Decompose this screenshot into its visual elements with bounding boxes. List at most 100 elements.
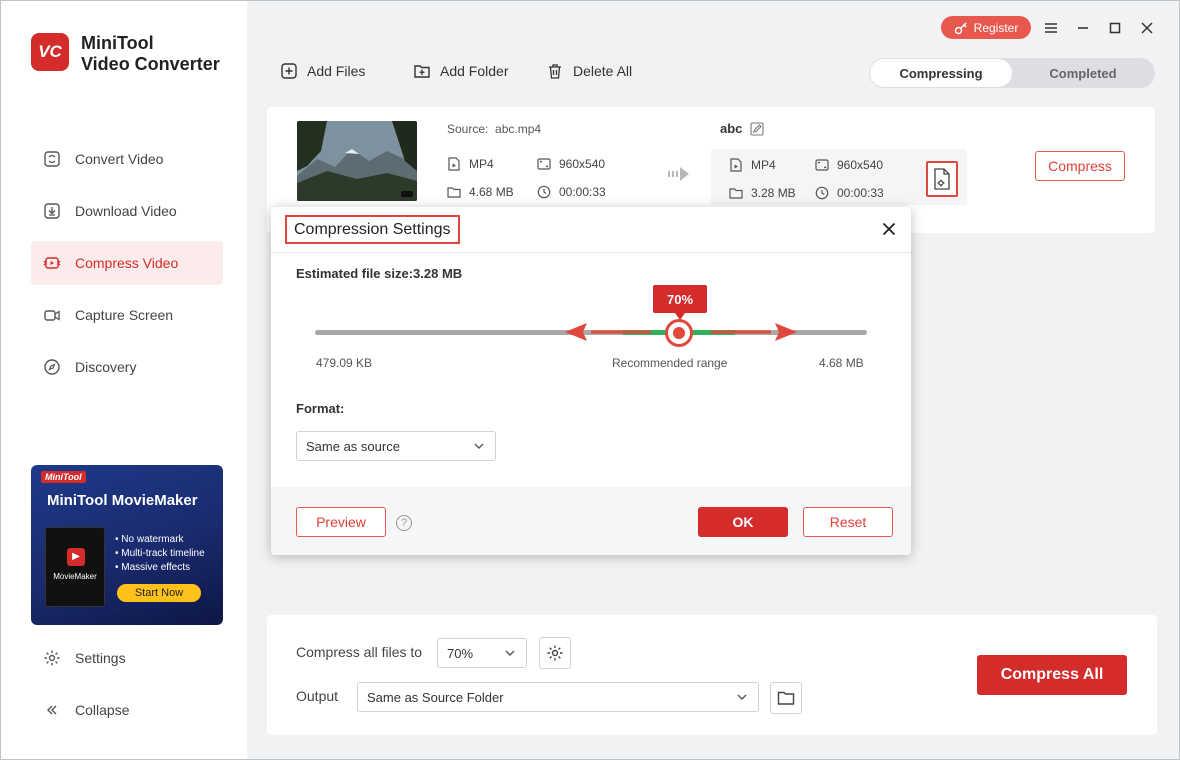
format-select[interactable]: Same as source <box>296 431 496 461</box>
sidebar: VC MiniTool Video Converter Convert Vide… <box>1 1 247 759</box>
download-icon <box>43 202 61 220</box>
compress-ratio-select[interactable]: 70% <box>437 638 527 668</box>
delete-all-label: Delete All <box>573 63 633 79</box>
output-size: 3.28 MB <box>729 186 796 200</box>
status-tabs: Compressing Completed <box>869 58 1155 88</box>
source-filename: abc.mp4 <box>495 122 542 136</box>
sidebar-item-label: Capture Screen <box>75 307 174 323</box>
minimize-icon <box>1078 27 1088 29</box>
collapse-button[interactable]: Collapse <box>31 692 223 728</box>
clock-icon <box>815 186 829 200</box>
sidebar-item-discovery[interactable]: Discovery <box>31 345 223 389</box>
maximize-button[interactable] <box>1104 17 1126 39</box>
browse-folder-button[interactable] <box>770 682 802 714</box>
output-resolution: 960x540 <box>815 158 883 172</box>
video-thumbnail[interactable] <box>297 121 417 201</box>
camera-icon <box>43 306 61 324</box>
dialog-title: Compression Settings <box>285 215 460 244</box>
app-name-line1: MiniTool <box>81 33 154 53</box>
register-label: Register <box>973 20 1019 35</box>
dialog-close-button[interactable] <box>877 217 901 241</box>
minimize-button[interactable] <box>1072 17 1094 39</box>
sidebar-item-label: Download Video <box>75 203 177 219</box>
double-chevron-left-icon <box>43 701 61 719</box>
reset-button[interactable]: Reset <box>803 507 893 537</box>
start-now-button[interactable]: Start Now <box>117 584 201 602</box>
gear-icon <box>547 645 563 661</box>
output-folder-select[interactable]: Same as Source Folder <box>357 682 759 712</box>
promo-features: • No watermark • Multi-track timeline • … <box>115 533 205 575</box>
app-name-line2: Video Converter <box>81 54 220 74</box>
promo-feature: • Massive effects <box>115 562 191 573</box>
source-info: Source: abc.mp4 <box>447 122 541 136</box>
sidebar-item-label: Convert Video <box>75 151 164 167</box>
resolution-icon <box>537 158 551 170</box>
compress-settings-button[interactable] <box>539 637 571 669</box>
ok-button[interactable]: OK <box>698 507 788 537</box>
add-file-icon <box>281 63 297 79</box>
slider-min-label: 479.09 KB <box>316 356 373 370</box>
estimated-file-size: Estimated file size:3.28 MB <box>296 266 463 281</box>
add-folder-label: Add Folder <box>440 63 509 79</box>
output-format: MP4 <box>729 158 776 172</box>
settings-label: Settings <box>75 650 126 666</box>
recommended-range-label: Recommended range <box>612 356 728 370</box>
sidebar-item-compress-video[interactable]: Compress Video <box>31 241 223 285</box>
file-settings-icon <box>934 168 950 190</box>
register-button[interactable]: Register <box>941 16 1031 39</box>
promo-brand: MiniTool <box>41 471 86 483</box>
tab-completed[interactable]: Completed <box>1012 59 1154 87</box>
sidebar-item-download-video[interactable]: Download Video <box>31 189 223 233</box>
output-duration: 00:00:33 <box>815 186 884 200</box>
app-logo: VC <box>31 33 69 71</box>
edit-icon[interactable] <box>750 121 764 136</box>
chevron-down-icon <box>737 694 747 700</box>
slider-max-label: 4.68 MB <box>819 356 864 370</box>
add-files-label: Add Files <box>307 63 366 79</box>
sidebar-item-label: Discovery <box>75 359 137 375</box>
chevron-down-icon <box>474 443 484 449</box>
delete-all-button[interactable]: Delete All <box>547 63 632 79</box>
compression-slider-thumb[interactable] <box>665 319 693 347</box>
app-window: VC MiniTool Video Converter Convert Vide… <box>0 0 1180 760</box>
compress-all-button[interactable]: Compress All <box>977 655 1127 695</box>
promo-feature: • No watermark <box>115 534 184 545</box>
promo-title: MiniTool MovieMaker <box>47 492 198 509</box>
output-label: Output <box>296 688 339 704</box>
add-folder-button[interactable]: Add Folder <box>414 63 508 79</box>
moviemaker-promo-banner[interactable]: MiniTool MiniTool MovieMaker ▶ MovieMake… <box>31 465 223 625</box>
compress-button[interactable]: Compress <box>1035 151 1125 181</box>
trash-icon <box>549 64 561 79</box>
moviemaker-logo-icon: ▶ <box>67 548 85 566</box>
source-resolution: 960x540 <box>537 157 605 171</box>
folder-icon <box>447 187 461 198</box>
resolution-icon <box>815 159 829 171</box>
folder-icon <box>729 188 743 199</box>
file-format-icon <box>448 157 460 171</box>
thumbnail-landscape-image <box>297 121 417 201</box>
sidebar-nav: Convert Video Download Video Compress Vi… <box>31 137 223 397</box>
promo-feature: • Multi-track timeline <box>115 548 205 559</box>
compression-settings-dialog: Compression Settings Estimated file size… <box>271 207 911 555</box>
source-format: MP4 <box>447 157 494 171</box>
close-window-button[interactable] <box>1136 17 1158 39</box>
source-size: 4.68 MB <box>447 185 514 199</box>
settings-button[interactable]: Settings <box>31 640 223 676</box>
bottom-panel: Compress all files to 70% Output Same as… <box>267 615 1157 735</box>
compression-settings-button[interactable] <box>926 161 958 197</box>
help-icon[interactable]: ? <box>396 515 412 531</box>
compress-icon <box>43 254 61 272</box>
output-name: abc <box>720 121 764 136</box>
menu-button[interactable] <box>1040 17 1062 39</box>
compass-icon <box>43 358 61 376</box>
preview-button[interactable]: Preview <box>296 507 386 537</box>
dialog-divider <box>271 252 911 253</box>
moviemaker-box-image: ▶ MovieMaker <box>45 527 105 607</box>
slider-value-badge: 70% <box>653 285 707 320</box>
folder-icon <box>777 691 795 705</box>
sidebar-item-capture-screen[interactable]: Capture Screen <box>31 293 223 337</box>
sidebar-item-convert-video[interactable]: Convert Video <box>31 137 223 181</box>
tab-compressing[interactable]: Compressing <box>870 59 1012 87</box>
sidebar-item-label: Compress Video <box>75 255 179 271</box>
add-files-button[interactable]: Add Files <box>281 63 365 79</box>
